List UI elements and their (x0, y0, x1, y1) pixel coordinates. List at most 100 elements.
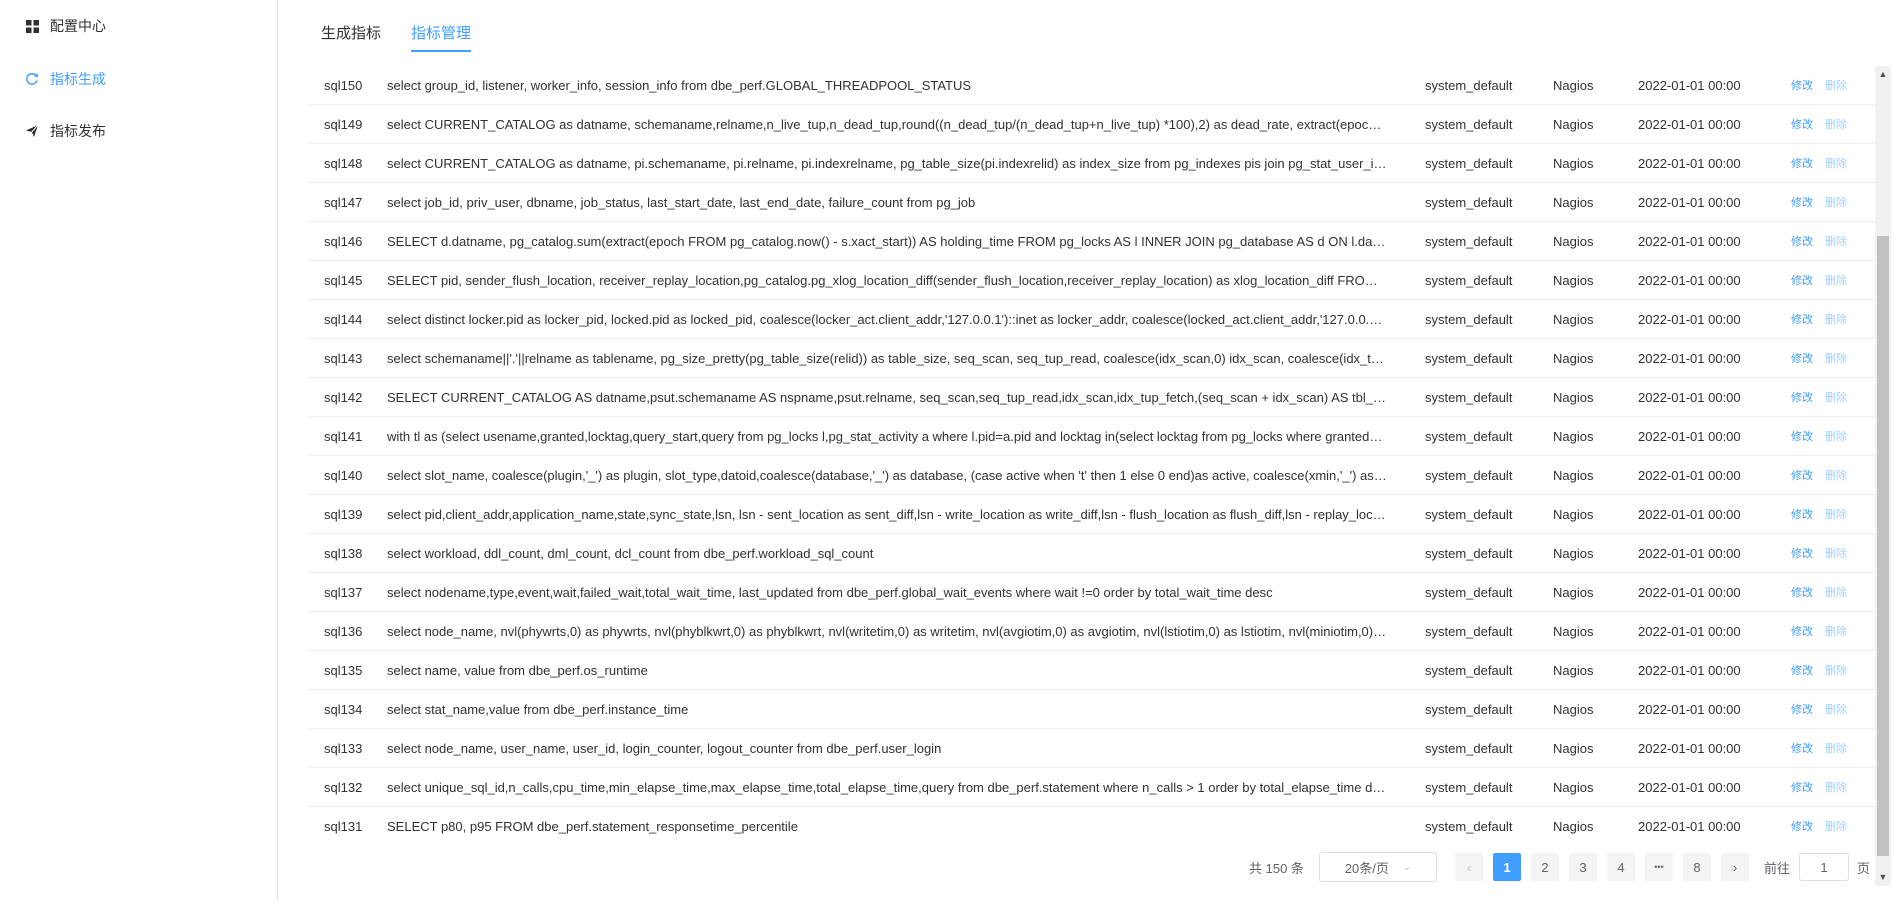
sidebar-item-config-center[interactable]: 配置中心 (24, 16, 106, 36)
type-cell: Nagios (1538, 806, 1623, 839)
edit-button[interactable]: 修改 (1791, 314, 1813, 326)
tab-bar: 生成指标 指标管理 (321, 22, 501, 52)
edit-button[interactable]: 修改 (1791, 821, 1813, 833)
edit-button[interactable]: 修改 (1791, 275, 1813, 287)
vertical-scrollbar[interactable]: ▲ ▼ (1875, 66, 1891, 886)
page-button[interactable]: 3 (1569, 853, 1597, 881)
edit-button[interactable]: 修改 (1791, 665, 1813, 677)
page-button[interactable]: 4 (1607, 853, 1635, 881)
id-cell: sql150 (309, 66, 375, 105)
actions-cell: 修改 删除 (1773, 143, 1875, 183)
more-pages-button[interactable]: ••• (1645, 853, 1673, 881)
edit-button[interactable]: 修改 (1791, 119, 1813, 131)
table-row: sql131 SELECT p80, p95 FROM dbe_perf.stat… (309, 806, 1875, 839)
time-cell: 2022-01-01 00:00 (1623, 104, 1773, 144)
scroll-down-icon[interactable]: ▼ (1878, 872, 1888, 882)
time-cell: 2022-01-01 00:00 (1623, 338, 1773, 378)
next-page-button[interactable]: › (1721, 853, 1749, 881)
delete-button[interactable]: 删除 (1825, 548, 1847, 560)
actions-cell: 修改 删除 (1773, 66, 1875, 105)
delete-button[interactable]: 删除 (1825, 158, 1847, 170)
edit-button[interactable]: 修改 (1791, 782, 1813, 794)
table-row: sql144 select distinct locker.pid as lock… (309, 299, 1875, 339)
type-cell: Nagios (1538, 143, 1623, 183)
delete-button[interactable]: 删除 (1825, 470, 1847, 482)
delete-button[interactable]: 删除 (1825, 197, 1847, 209)
sidebar-item-metric-generate[interactable]: 指标生成 (24, 69, 106, 89)
delete-button[interactable]: 删除 (1825, 782, 1847, 794)
edit-button[interactable]: 修改 (1791, 80, 1813, 92)
edit-button[interactable]: 修改 (1791, 431, 1813, 443)
delete-button[interactable]: 删除 (1825, 392, 1847, 404)
user-cell: system_default (1410, 494, 1538, 534)
actions-cell: 修改 删除 (1773, 806, 1875, 839)
sql-cell: SELECT CURRENT_CATALOG AS datname,psut.s… (375, 377, 1410, 417)
type-cell: Nagios (1538, 533, 1623, 573)
sql-cell: select distinct locker.pid as locker_pid… (375, 299, 1410, 339)
table-row: sql150 select group_id, listener, worker_… (309, 66, 1875, 105)
type-cell: Nagios (1538, 416, 1623, 456)
edit-button[interactable]: 修改 (1791, 236, 1813, 248)
page-button[interactable]: 8 (1683, 853, 1711, 881)
user-cell: system_default (1410, 182, 1538, 222)
id-cell: sql133 (309, 728, 375, 768)
delete-button[interactable]: 删除 (1825, 626, 1847, 638)
id-cell: sql141 (309, 416, 375, 456)
delete-button[interactable]: 删除 (1825, 821, 1847, 833)
scroll-up-icon[interactable]: ▲ (1878, 69, 1888, 79)
delete-button[interactable]: 删除 (1825, 509, 1847, 521)
delete-button[interactable]: 删除 (1825, 704, 1847, 716)
delete-button[interactable]: 删除 (1825, 587, 1847, 599)
scrollbar-thumb[interactable] (1877, 236, 1889, 856)
sidebar-item-metric-publish[interactable]: 指标发布 (24, 121, 106, 141)
tab-generate-metric[interactable]: 生成指标 (321, 22, 381, 52)
edit-button[interactable]: 修改 (1791, 392, 1813, 404)
edit-button[interactable]: 修改 (1791, 470, 1813, 482)
tab-manage-metric[interactable]: 指标管理 (411, 22, 472, 52)
edit-button[interactable]: 修改 (1791, 626, 1813, 638)
sql-cell: select name, value from dbe_perf.os_runt… (375, 650, 1410, 690)
edit-button[interactable]: 修改 (1791, 197, 1813, 209)
user-cell: system_default (1410, 143, 1538, 183)
table-row: sql140 select slot_name, coalesce(plugin,… (309, 455, 1875, 495)
id-cell: sql137 (309, 572, 375, 612)
time-cell: 2022-01-01 00:00 (1623, 611, 1773, 651)
user-cell: system_default (1410, 611, 1538, 651)
page-button[interactable]: 1 (1493, 853, 1521, 881)
edit-button[interactable]: 修改 (1791, 548, 1813, 560)
edit-button[interactable]: 修改 (1791, 587, 1813, 599)
user-cell: system_default (1410, 572, 1538, 612)
delete-button[interactable]: 删除 (1825, 431, 1847, 443)
table-row: sql149 select CURRENT_CATALOG as datname,… (309, 104, 1875, 144)
edit-button[interactable]: 修改 (1791, 158, 1813, 170)
edit-button[interactable]: 修改 (1791, 743, 1813, 755)
id-cell: sql132 (309, 767, 375, 807)
goto-page-input[interactable] (1799, 853, 1849, 881)
user-cell: system_default (1410, 767, 1538, 807)
delete-button[interactable]: 删除 (1825, 236, 1847, 248)
delete-button[interactable]: 删除 (1825, 743, 1847, 755)
table-row: sql138 select workload, ddl_count, dml_co… (309, 533, 1875, 573)
table-row: sql135 select name, value from dbe_perf.o… (309, 650, 1875, 690)
time-cell: 2022-01-01 00:00 (1623, 806, 1773, 839)
actions-cell: 修改 删除 (1773, 338, 1875, 378)
time-cell: 2022-01-01 00:00 (1623, 494, 1773, 534)
delete-button[interactable]: 删除 (1825, 353, 1847, 365)
page-button[interactable]: 2 (1531, 853, 1559, 881)
sql-cell: SELECT pid, sender_flush_location, recei… (375, 260, 1410, 300)
delete-button[interactable]: 删除 (1825, 119, 1847, 131)
delete-button[interactable]: 删除 (1825, 80, 1847, 92)
delete-button[interactable]: 删除 (1825, 275, 1847, 287)
id-cell: sql134 (309, 689, 375, 729)
edit-button[interactable]: 修改 (1791, 704, 1813, 716)
type-cell: Nagios (1538, 728, 1623, 768)
page-size-select[interactable]: 20条/页 ⌄ (1319, 852, 1437, 882)
edit-button[interactable]: 修改 (1791, 509, 1813, 521)
time-cell: 2022-01-01 00:00 (1623, 416, 1773, 456)
prev-page-button[interactable]: ‹ (1455, 853, 1483, 881)
time-cell: 2022-01-01 00:00 (1623, 221, 1773, 261)
id-cell: sql146 (309, 221, 375, 261)
delete-button[interactable]: 删除 (1825, 314, 1847, 326)
edit-button[interactable]: 修改 (1791, 353, 1813, 365)
delete-button[interactable]: 删除 (1825, 665, 1847, 677)
